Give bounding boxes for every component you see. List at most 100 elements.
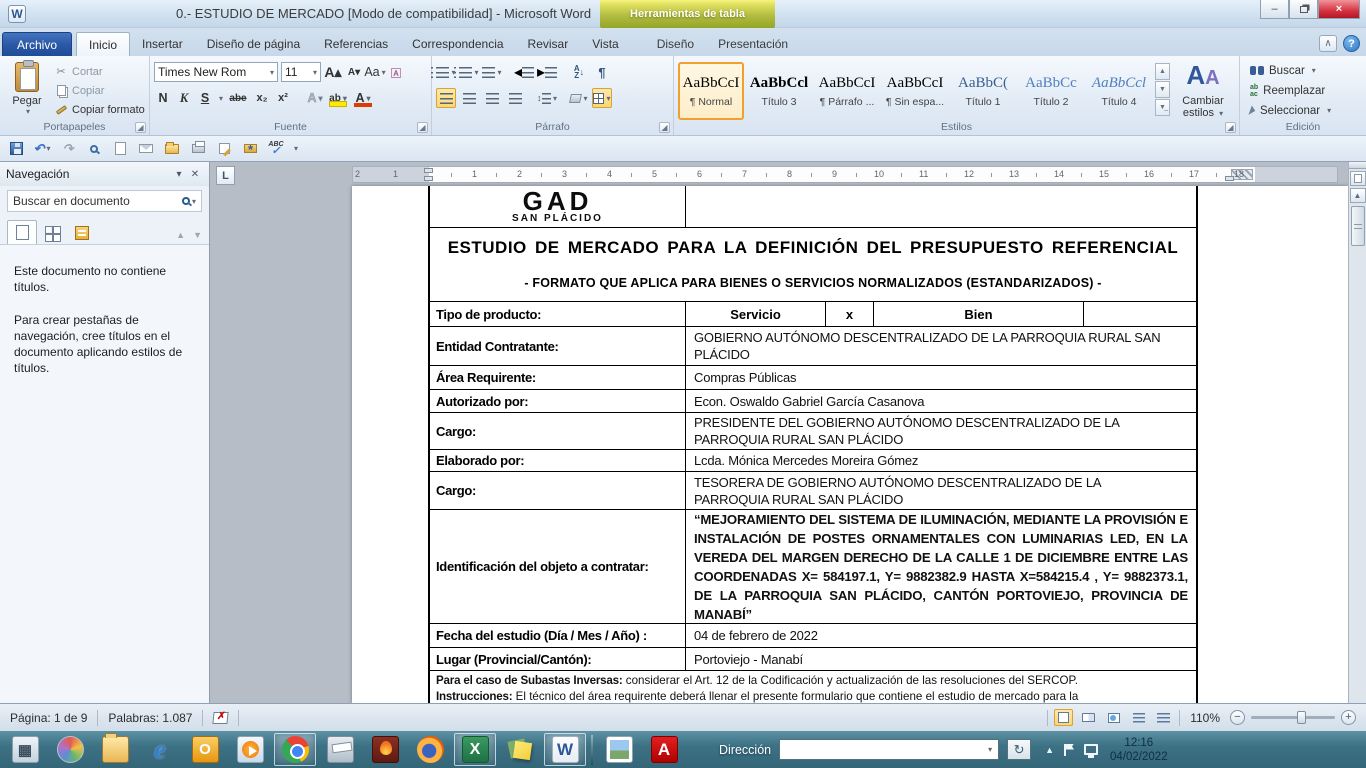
parrafo-dialog-launcher[interactable]: ◢ [659,122,670,133]
fuente-dialog-launcher[interactable]: ◢ [417,122,428,133]
tab-stop-selector[interactable]: L [216,166,235,185]
undo-icon[interactable]: ↶▾ [32,139,52,159]
align-center-button[interactable] [459,88,479,108]
nav-tab-search-results[interactable] [67,220,97,244]
superscript-button[interactable]: x² [274,88,292,108]
envelope-icon[interactable] [136,139,156,159]
paste-dropdown-arrow[interactable]: ▾ [26,107,30,116]
address-dropdown-arrow[interactable]: ▾ [982,740,998,759]
address-input[interactable]: ▾ [779,739,999,760]
change-styles-button[interactable]: AA Cambiar estilos ▾ [1172,62,1234,119]
ruler-toggle-button[interactable] [1350,171,1366,186]
increase-indent-button[interactable]: ▸ [537,62,557,82]
text-effects-button[interactable]: A▾ [306,88,324,108]
save-icon[interactable] [6,139,26,159]
table-row-autorizado[interactable]: Autorizado por: Econ. Oswaldo Gabriel Ga… [430,389,1196,412]
table-row-logo[interactable]: GAD SAN PLÁCIDO [430,186,1196,227]
print-preview-icon[interactable] [84,139,104,159]
document-search-input[interactable]: Buscar en documento ▾ [7,190,202,212]
table-row-area[interactable]: Área Requirente: Compras Públicas [430,365,1196,389]
nav-tab-thumbnails[interactable] [37,220,67,244]
font-size-combo[interactable]: 11▾ [281,62,321,82]
left-indent-marker[interactable] [424,176,433,181]
folder-settings-icon[interactable] [240,139,260,159]
right-indent-marker[interactable] [1225,176,1234,181]
numbering-button[interactable]: ▾ [459,62,479,82]
highlight-color-button[interactable]: ab▾ [327,88,349,108]
scrollbar-thumb[interactable] [1351,206,1365,246]
cut-button[interactable]: ✂ Cortar [54,63,145,80]
navigation-pane-menu-arrow[interactable]: ▾ [171,166,187,182]
view-outline-button[interactable] [1129,709,1148,726]
taskbar-media-player-icon[interactable] [229,733,271,766]
tab-presentacion-tabla[interactable]: Presentación [706,32,800,56]
italic-button[interactable]: K [175,88,193,108]
horizontal-ruler[interactable]: 21123456789101112131415161718 [352,166,1338,183]
print-icon[interactable] [188,139,208,159]
open-folder-icon[interactable] [162,139,182,159]
strikethrough-button[interactable]: abe [226,88,250,108]
zoom-slider-thumb[interactable] [1297,711,1306,724]
grow-font-button[interactable]: A▴ [324,62,342,82]
style-card-párrafo[interactable]: AaBbCcI¶ Párrafo ... [814,62,880,120]
tab-diseno-tabla[interactable]: Diseño [645,32,706,56]
taskbar-word-icon[interactable]: W [544,733,586,766]
word-count[interactable]: Palabras: 1.087 [98,704,202,731]
network-icon[interactable] [1084,744,1098,755]
redo-icon[interactable]: ↷ [58,139,78,159]
previous-result-arrow[interactable]: ▲ [176,230,185,240]
restore-button[interactable] [1289,0,1318,19]
taskbar-photo-viewer-icon[interactable] [598,733,640,766]
tab-correspondencia[interactable]: Correspondencia [400,32,515,56]
align-right-button[interactable] [482,88,502,108]
justify-button[interactable] [505,88,525,108]
table-row-entidad[interactable]: Entidad Contratante: GOBIERNO AUTÓNOMO D… [430,326,1196,365]
decrease-indent-button[interactable]: ◂ [514,62,534,82]
search-options-arrow[interactable]: ▾ [192,197,196,206]
select-button[interactable]: Seleccionar▾ [1250,101,1362,120]
estilos-dialog-launcher[interactable]: ◢ [1225,122,1236,133]
table-row-fecha[interactable]: Fecha del estudio (Día / Mes / Año) : 04… [430,623,1196,647]
copy-button[interactable]: Copiar [54,82,145,99]
tab-archivo[interactable]: Archivo [2,32,72,56]
taskbar-chrome-icon[interactable] [274,733,316,766]
spellcheck-status-icon[interactable] [203,704,238,731]
shrink-font-button[interactable]: A▾ [345,62,363,82]
scroll-up-arrow[interactable]: ▲ [1350,188,1366,203]
new-document-icon[interactable] [110,139,130,159]
borders-button[interactable]: ▾ [592,88,612,108]
nav-tab-headings[interactable] [7,220,37,244]
bullets-button[interactable]: ▾ [436,62,456,82]
style-card-título-3[interactable]: AaBbCclTítulo 3 [746,62,812,120]
document-page[interactable]: GAD SAN PLÁCIDO ESTUDIO DE MERCADO PARA … [352,186,1348,703]
tab-insertar[interactable]: Insertar [130,32,195,56]
qat-more-button[interactable]: ▾ [294,144,298,153]
table-row-product-type[interactable]: Tipo de producto: Servicio x Bien [430,301,1196,326]
style-card-título-1[interactable]: AaBbC(Título 1 [950,62,1016,120]
format-painter-button[interactable]: Copiar formato [54,101,145,118]
view-full-screen-reading-button[interactable] [1079,709,1098,726]
view-draft-button[interactable] [1154,709,1173,726]
navigation-pane-close-icon[interactable]: ✕ [187,166,203,182]
document-table[interactable]: GAD SAN PLÁCIDO ESTUDIO DE MERCADO PARA … [428,186,1198,703]
zoom-out-button[interactable]: − [1230,710,1245,725]
next-result-arrow[interactable]: ▼ [193,230,202,240]
font-color-button[interactable]: A▾ [352,88,374,108]
taskbar-autocad-icon[interactable]: A [643,733,685,766]
quick-edit-icon[interactable] [214,139,234,159]
styles-gallery-expand[interactable]: ▼̲ [1155,99,1170,116]
sort-button[interactable]: AZ↓ [569,62,589,82]
table-row-elaborado[interactable]: Elaborado por: Lcda. Mónica Mercedes Mor… [430,449,1196,471]
style-card-sin-espa[interactable]: AaBbCcI¶ Sin espa... [882,62,948,120]
replace-button[interactable]: abac Reemplazar [1250,81,1362,100]
portapapeles-dialog-launcher[interactable]: ◢ [135,122,146,133]
vertical-scrollbar[interactable]: ▲ [1348,162,1366,703]
split-handle[interactable] [1349,162,1366,169]
taskbar-fax-icon[interactable] [319,733,361,766]
minimize-ribbon-button[interactable]: ∧ [1319,35,1337,52]
taskbar-nero-icon[interactable] [364,733,406,766]
show-hidden-icons-arrow[interactable]: ▲ [1045,745,1054,755]
zoom-level[interactable]: 110% [1186,711,1224,725]
taskbar-sticky-notes-icon[interactable] [499,733,541,766]
page-indicator[interactable]: Página: 1 de 9 [0,704,97,731]
